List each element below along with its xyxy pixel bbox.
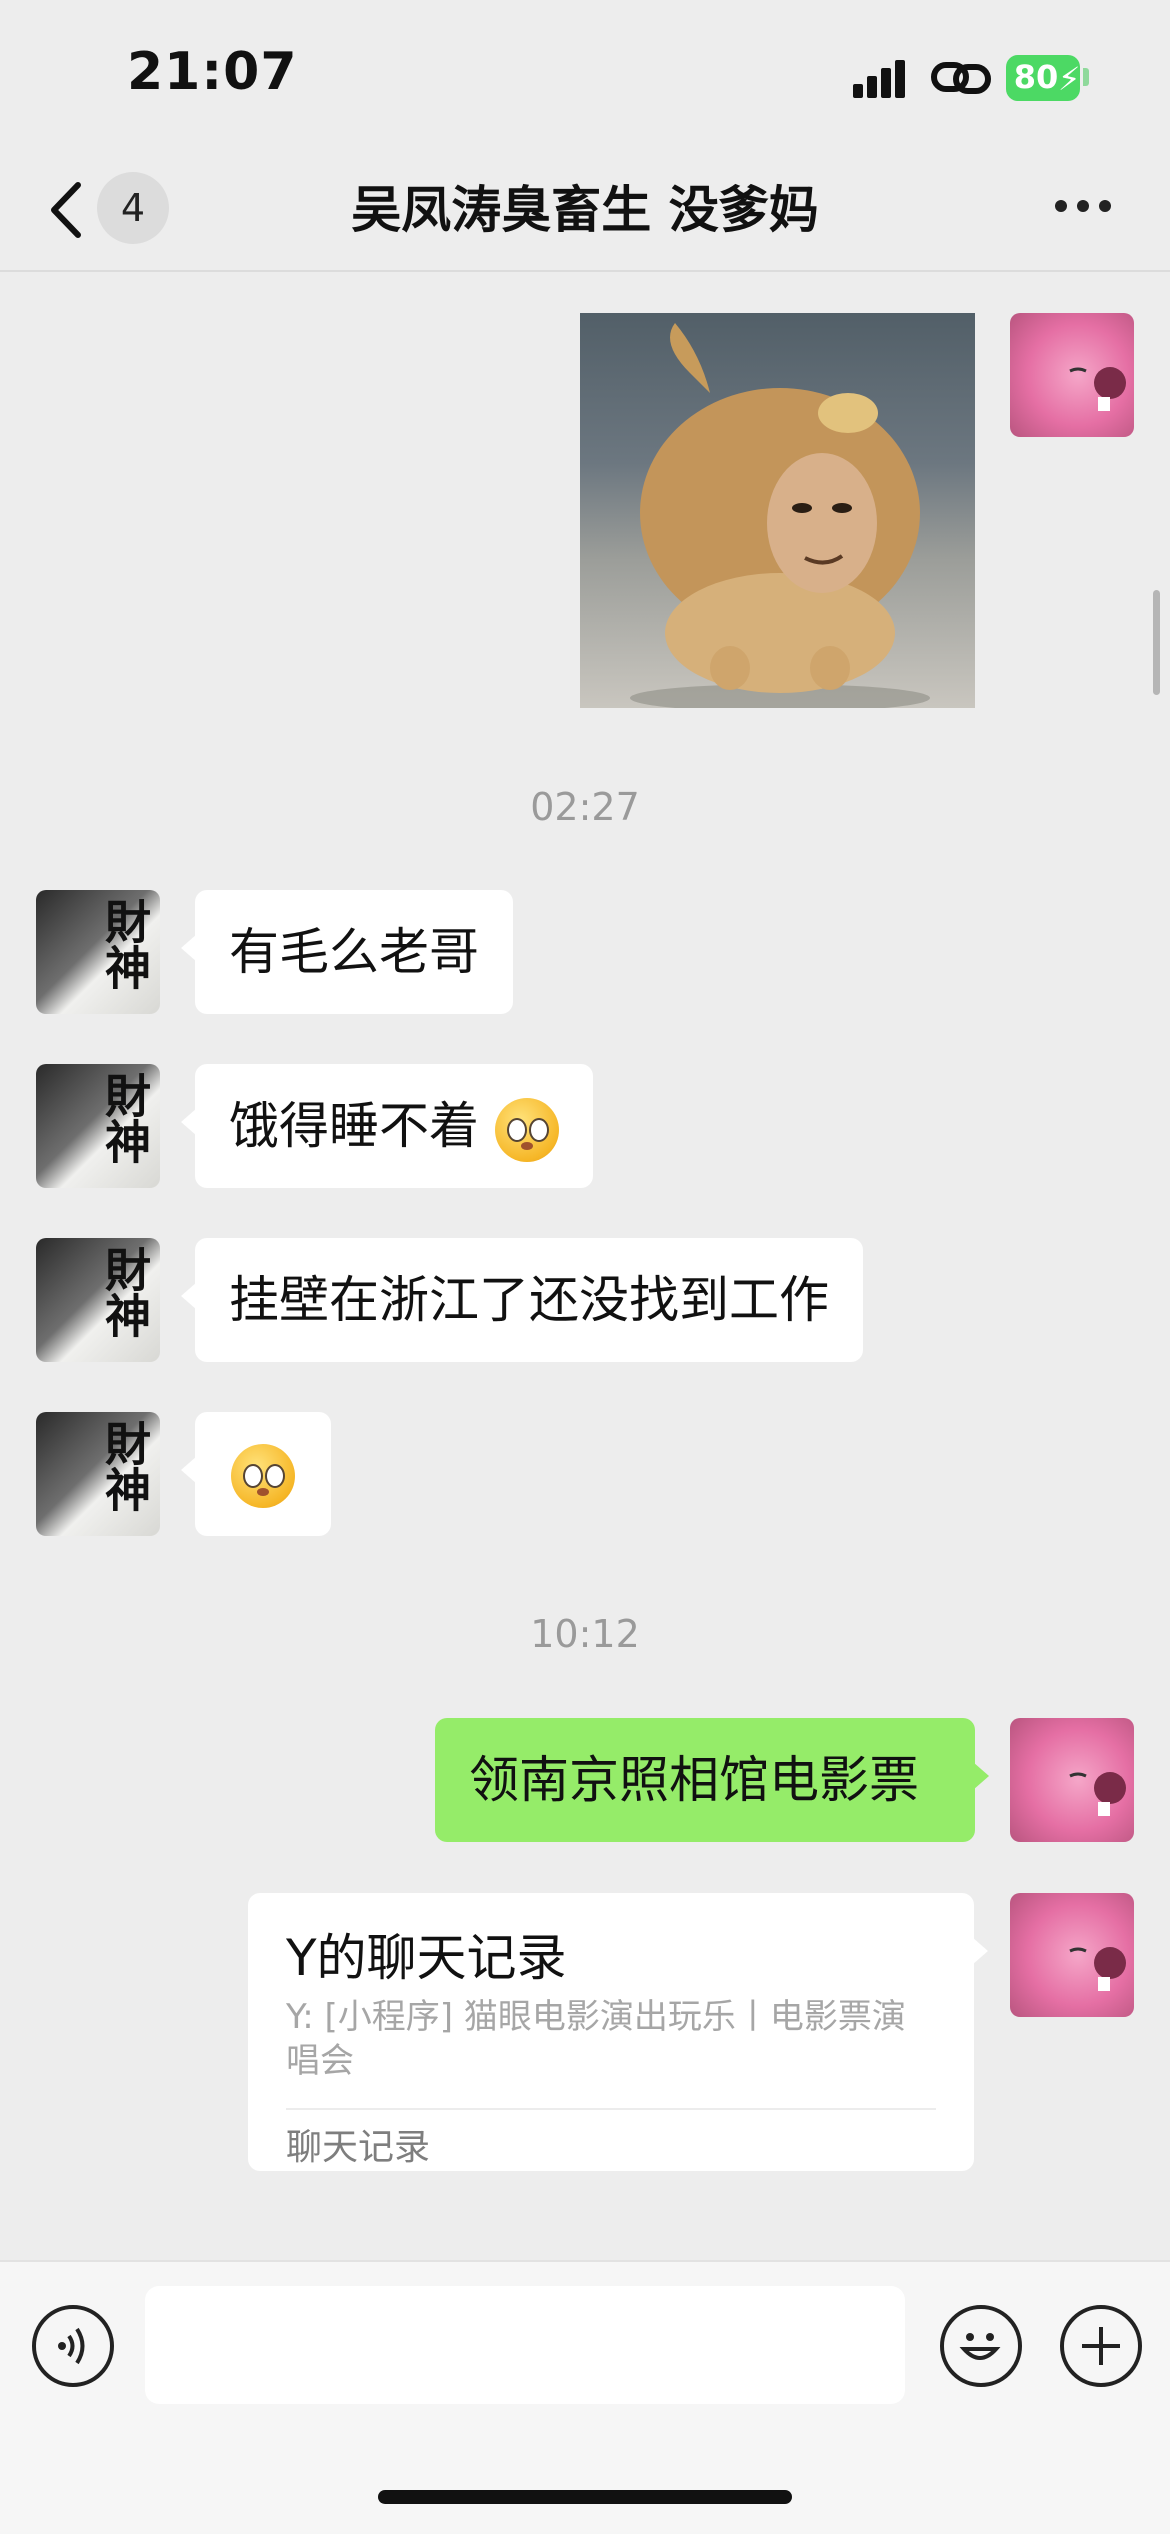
message-text: 领南京照相馆电影票 (469, 1751, 919, 1809)
battery-level: 80 (1013, 58, 1059, 96)
chat-title: 吴凤涛臭畜生 没爹妈 (351, 181, 819, 239)
status-time: 21:07 (127, 42, 298, 102)
ellipsis-icon[interactable] (1055, 200, 1115, 216)
avatar-calligraphy: 財神 (98, 1246, 152, 1338)
avatar-calligraphy: 財神 (98, 1420, 152, 1512)
timestamp: 02:27 (530, 785, 640, 829)
message-bubble-incoming[interactable]: 饿得睡不着 (181, 1064, 593, 1188)
contact-avatar[interactable]: 財神 (36, 1238, 160, 1362)
message-text: 有毛么老哥 (229, 923, 479, 981)
charging-icon: ⚡ (1058, 60, 1081, 98)
unread-count-badge[interactable]: 4 (97, 172, 169, 244)
avatar-calligraphy: 財神 (98, 898, 152, 990)
my-avatar[interactable] (1010, 1893, 1134, 2017)
message-text: 挂壁在浙江了还没找到工作 (229, 1271, 829, 1329)
lion-cat-illustration (630, 323, 930, 708)
chat-record-preview: Y: [小程序] 猫眼电影演出玩乐丨电影票演唱会 (286, 1997, 906, 2081)
timestamp: 10:12 (530, 1612, 640, 1656)
divider (286, 2108, 936, 2110)
my-avatar[interactable] (1010, 1718, 1134, 1842)
contact-avatar[interactable]: 財神 (36, 1412, 160, 1536)
sticker-image[interactable] (580, 313, 975, 708)
contact-avatar[interactable]: 財神 (36, 890, 160, 1014)
plus-icon[interactable] (1060, 2305, 1142, 2387)
cellular-signal-icon (853, 58, 915, 98)
home-indicator[interactable] (378, 2490, 792, 2504)
battery-tip (1083, 68, 1089, 86)
dizzy-face-emoji-icon (231, 1443, 295, 1508)
message-text: 饿得睡不着 (229, 1097, 479, 1155)
message-input[interactable] (145, 2286, 905, 2404)
chat-record-footer: 聊天记录 (286, 2127, 431, 2168)
dizzy-face-emoji-icon (494, 1097, 559, 1162)
smiley-icon[interactable] (940, 2305, 1022, 2387)
chevron-left-icon[interactable] (44, 175, 88, 245)
my-avatar[interactable] (1010, 313, 1134, 437)
contact-avatar[interactable]: 財神 (36, 1064, 160, 1188)
message-bubble-incoming[interactable]: 有毛么老哥 (181, 890, 513, 1014)
link-icon (931, 62, 991, 94)
chat-record-title: Y的聊天记录 (286, 1929, 567, 1987)
message-bubble-incoming[interactable] (181, 1412, 331, 1536)
scroll-indicator[interactable] (1153, 590, 1160, 695)
message-bubble-incoming[interactable]: 挂壁在浙江了还没找到工作 (181, 1238, 863, 1362)
voice-icon[interactable] (32, 2305, 114, 2387)
message-bubble-outgoing[interactable]: 领南京照相馆电影票 (435, 1718, 989, 1842)
avatar-calligraphy: 財神 (98, 1072, 152, 1164)
